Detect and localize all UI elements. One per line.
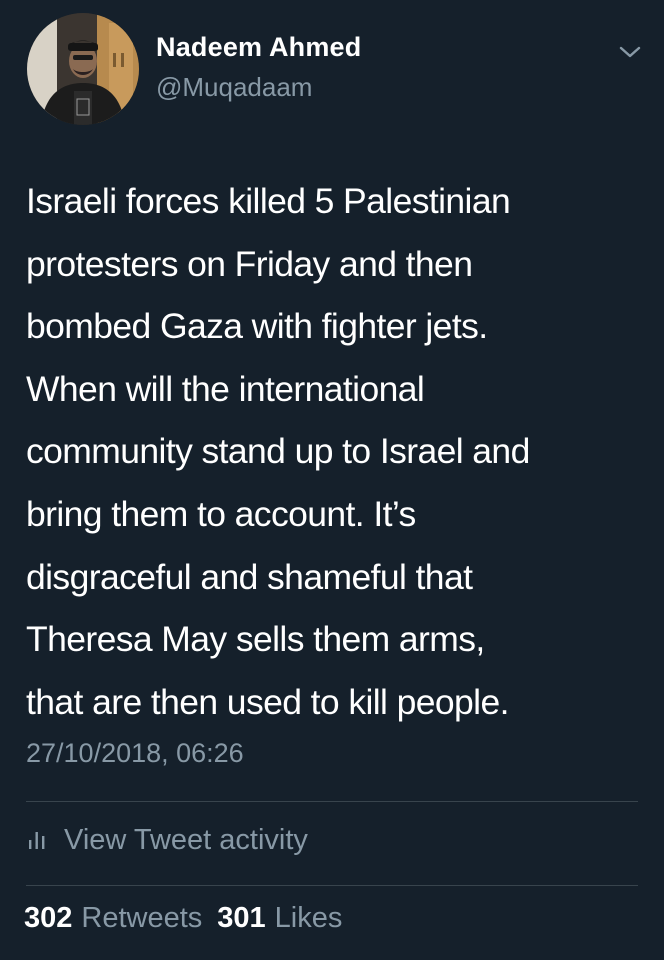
view-tweet-activity-button[interactable]: View Tweet activity: [26, 820, 308, 860]
likes-label: Likes: [274, 902, 343, 934]
tweet-text-line: bombed Gaza with fighter jets.: [26, 306, 488, 347]
display-name[interactable]: Nadeem Ahmed: [156, 32, 361, 63]
retweets-label: Retweets: [81, 902, 203, 934]
avatar-image: [27, 13, 139, 125]
retweets-stat[interactable]: 302 Retweets: [24, 902, 202, 935]
user-handle[interactable]: @Muqadaam: [156, 72, 312, 103]
tweet-text-line: protesters on Friday and then: [26, 243, 473, 284]
tweet-text-line: Theresa May sells them arms,: [26, 619, 485, 660]
view-tweet-activity-label: View Tweet activity: [64, 823, 308, 856]
tweet-text-line: Israeli forces killed 5 Palestinian: [26, 181, 511, 221]
tweet-text-line: bring them to account. It’s: [26, 493, 416, 534]
divider: [26, 885, 638, 886]
likes-count: 301: [217, 902, 266, 934]
tweet-detail: Nadeem Ahmed @Muqadaam Israeli forces ki…: [0, 0, 664, 960]
likes-stat[interactable]: 301 Likes: [217, 902, 342, 935]
tweet-text-line: disgraceful and shameful that: [26, 556, 473, 597]
tweet-text-line: community stand up to Israel and: [26, 431, 530, 472]
tweet-text: Israeli forces killed 5 Palestinian prot…: [26, 170, 656, 733]
retweets-count: 302: [24, 902, 73, 934]
tweet-timestamp[interactable]: 27/10/2018, 06:26: [26, 738, 244, 769]
tweet-text-line: When will the international: [26, 368, 425, 409]
chevron-down-icon[interactable]: [619, 45, 641, 59]
tweet-stats: 302 Retweets 301 Likes: [24, 902, 357, 935]
tweet-text-line: that are then used to kill people.: [26, 681, 509, 722]
bar-chart-icon: [29, 832, 45, 849]
divider: [26, 801, 638, 802]
avatar[interactable]: [27, 13, 139, 125]
